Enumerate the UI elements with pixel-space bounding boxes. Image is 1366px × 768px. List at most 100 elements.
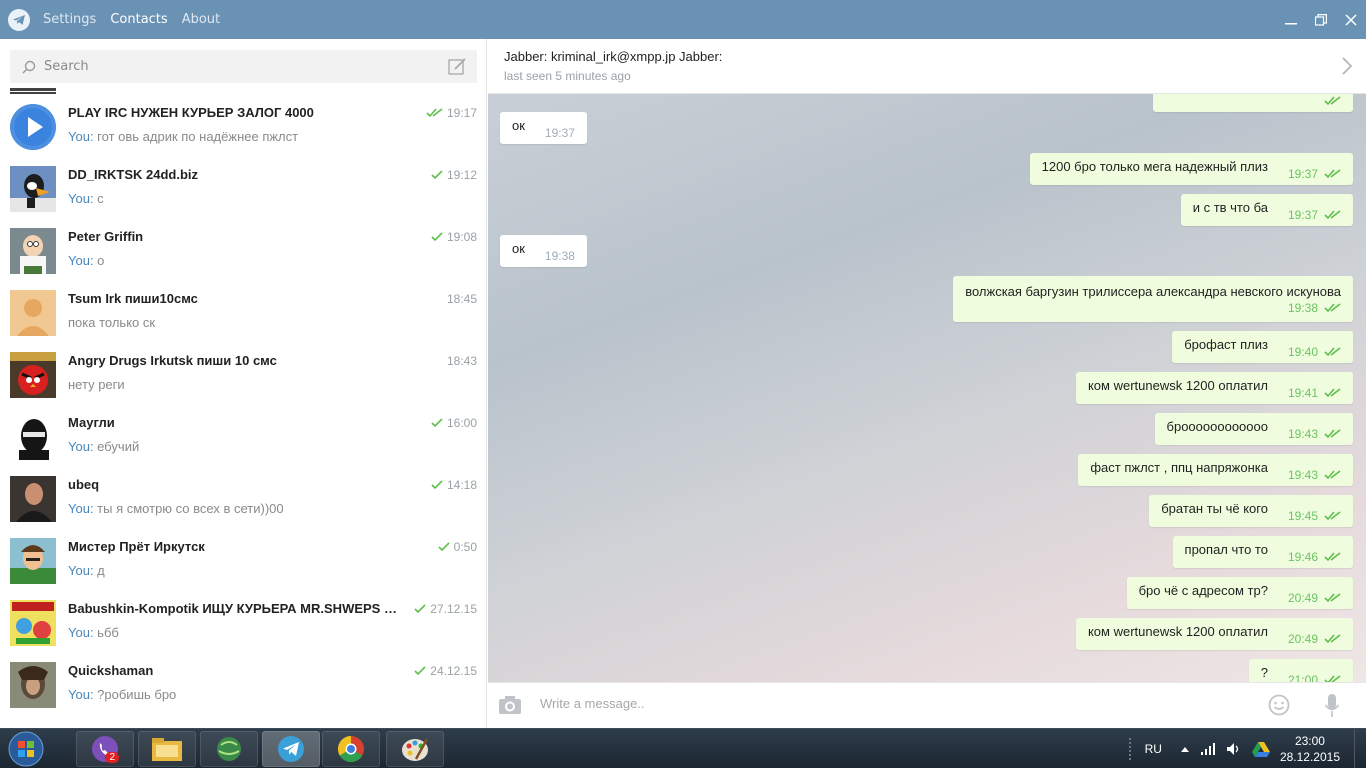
chat-item[interactable]: Мистер Прёт Иркутск 0:50 You: д xyxy=(0,530,486,592)
search-icon xyxy=(22,60,36,74)
chat-item[interactable]: Angry Drugs Irkutsk пиши 10 смс 18:43 не… xyxy=(0,344,486,406)
chat-header[interactable]: Jabber: kriminal_irk@xmpp.jp Jabber: las… xyxy=(488,39,1366,94)
taskbar-app-globe[interactable] xyxy=(200,731,258,767)
chat-time: 19:12 xyxy=(431,168,477,182)
chat-preview: You: ьбб xyxy=(68,625,119,640)
taskbar-telegram[interactable] xyxy=(262,731,320,767)
windows-taskbar: 2 RU 23:00 28.12.2015 xyxy=(0,728,1366,768)
taskbar-explorer[interactable] xyxy=(138,731,196,767)
chat-item[interactable]: PLAY IRC НУЖЕН КУРЬЕР ЗАЛОГ 4000 19:17 Y… xyxy=(0,96,486,158)
double-check-icon xyxy=(1324,302,1341,312)
double-check-icon xyxy=(1324,634,1341,644)
network-icon[interactable] xyxy=(1200,742,1216,756)
double-check-icon xyxy=(1324,169,1341,179)
chat-name: Babushkin-Kompotik ИЩУ КУРЬЕРА MR.SHWEPS… xyxy=(68,601,408,616)
chat-title: Jabber: kriminal_irk@xmpp.jp Jabber: xyxy=(504,49,723,64)
start-button[interactable] xyxy=(4,731,48,767)
message-bubble: и с тв что ба 19:37 xyxy=(1180,194,1353,226)
message-bubble: брофаст плиз 19:40 xyxy=(1172,331,1353,363)
chat-preview: You: д xyxy=(68,563,105,578)
chat-item[interactable]: Peter Griffin 19:08 You: о xyxy=(0,220,486,282)
check-icon xyxy=(438,542,450,552)
paint-palette-icon xyxy=(402,738,429,761)
camera-icon[interactable] xyxy=(498,695,522,715)
taskbar-chrome[interactable] xyxy=(322,731,380,767)
main-menu: Settings Contacts About xyxy=(43,12,234,27)
message-bubble: ? 21:00 xyxy=(1248,659,1353,682)
folder-icon xyxy=(152,738,182,761)
message-bubble: волжская баргузин трилиссера александра … xyxy=(953,276,1353,322)
chat-item[interactable]: ubeq 14:18 You: ты я смотрю со всех в се… xyxy=(0,468,486,530)
telegram-icon xyxy=(278,736,304,762)
menu-contacts[interactable]: Contacts xyxy=(110,12,167,27)
check-icon xyxy=(431,480,443,490)
avatar xyxy=(10,290,56,336)
check-icon xyxy=(431,170,443,180)
chat-name: Quickshaman xyxy=(68,663,154,678)
volume-icon[interactable] xyxy=(1226,742,1242,756)
search-input[interactable] xyxy=(44,59,424,74)
message-bubble: фаст пжлст , ппц напряжонка 19:43 xyxy=(1078,454,1353,486)
clock-date: 28.12.2015 xyxy=(1279,750,1340,764)
avatar xyxy=(10,662,56,708)
message-bubble: броооооооооооо 19:43 xyxy=(1154,413,1353,445)
chat-preview: You: гот овь адрик по надёжнее пжлст xyxy=(68,129,299,144)
double-check-icon xyxy=(1324,429,1341,439)
tray-expand-icon[interactable] xyxy=(1180,745,1190,753)
chat-time: 19:17 xyxy=(426,106,477,120)
double-check-icon xyxy=(1324,470,1341,480)
chat-time: 24.12.15 xyxy=(414,664,477,678)
message-area[interactable]: ок 19:37 1200 бро только мега надежный пл… xyxy=(488,94,1366,682)
taskbar-viber[interactable]: 2 xyxy=(76,731,134,767)
chat-item[interactable]: Tsum Irk пиши10смс 18:45 пока только ск xyxy=(0,282,486,344)
avatar xyxy=(10,228,56,274)
avatar xyxy=(10,352,56,398)
close-icon[interactable] xyxy=(1336,0,1366,39)
restore-icon[interactable] xyxy=(1306,0,1336,39)
chat-item[interactable]: Маугли 16:00 You: ебучий xyxy=(0,406,486,468)
show-desktop-button[interactable] xyxy=(1354,729,1366,768)
chat-name: DD_IRKTSK 24dd.biz xyxy=(68,167,199,182)
clock-time: 23:00 xyxy=(1294,734,1325,748)
system-tray: RU 23:00 28.12.2015 xyxy=(1128,729,1366,768)
chevron-right-icon[interactable] xyxy=(1342,57,1352,75)
compose-icon[interactable] xyxy=(448,57,467,76)
message-bubble: братан ты чё кого 19:45 xyxy=(1149,495,1353,527)
chat-name: PLAY IRC НУЖЕН КУРЬЕР ЗАЛОГ 4000 xyxy=(68,105,314,120)
emoji-icon[interactable] xyxy=(1268,694,1290,716)
double-check-icon xyxy=(1324,388,1341,398)
chat-preview: You: ты я смотрю со всех в сети))00 xyxy=(68,501,284,516)
check-icon xyxy=(414,604,426,614)
menu-settings[interactable]: Settings xyxy=(43,12,96,27)
google-drive-icon[interactable] xyxy=(1251,741,1270,757)
chat-item[interactable]: DD_IRKTSK 24dd.biz 19:12 You: с xyxy=(0,158,486,220)
chat-name: Мистер Прёт Иркутск xyxy=(68,539,205,554)
chat-time: 0:50 xyxy=(438,540,477,554)
menu-about[interactable]: About xyxy=(182,12,220,27)
message-bubble: бро чё с адресом тр? 20:49 xyxy=(1126,577,1353,609)
avatar xyxy=(10,104,56,150)
message-input[interactable] xyxy=(540,696,1240,711)
message-composer xyxy=(488,682,1366,728)
check-icon xyxy=(431,418,443,428)
minimize-icon[interactable] xyxy=(1276,0,1306,39)
search-box xyxy=(10,50,477,83)
chat-name: Tsum Irk пиши10смс xyxy=(68,291,198,306)
telegram-logo-icon[interactable] xyxy=(8,8,30,31)
microphone-icon[interactable] xyxy=(1324,693,1340,719)
chat-time: 18:45 xyxy=(446,292,477,306)
taskbar-paint[interactable] xyxy=(386,731,444,767)
chat-preview: You: ебучий xyxy=(68,439,140,454)
double-check-icon xyxy=(1324,347,1341,357)
chat-time: 14:18 xyxy=(431,478,477,492)
chat-time: 27.12.15 xyxy=(414,602,477,616)
message-bubble: пропал что то 19:46 xyxy=(1172,536,1353,568)
avatar xyxy=(10,166,56,212)
double-check-icon xyxy=(1324,96,1341,106)
language-indicator[interactable]: RU xyxy=(1145,742,1162,756)
clock[interactable]: 23:00 28.12.2015 xyxy=(1280,733,1340,765)
chat-item[interactable]: Babushkin-Kompotik ИЩУ КУРЬЕРА MR.SHWEPS… xyxy=(0,592,486,654)
message-bubble: ком wertunewsk 1200 оплатил 20:49 xyxy=(1075,618,1353,650)
chat-item[interactable]: Quickshaman 24.12.15 You: ?робишь бро xyxy=(0,654,486,716)
viber-badge: 2 xyxy=(105,752,119,763)
